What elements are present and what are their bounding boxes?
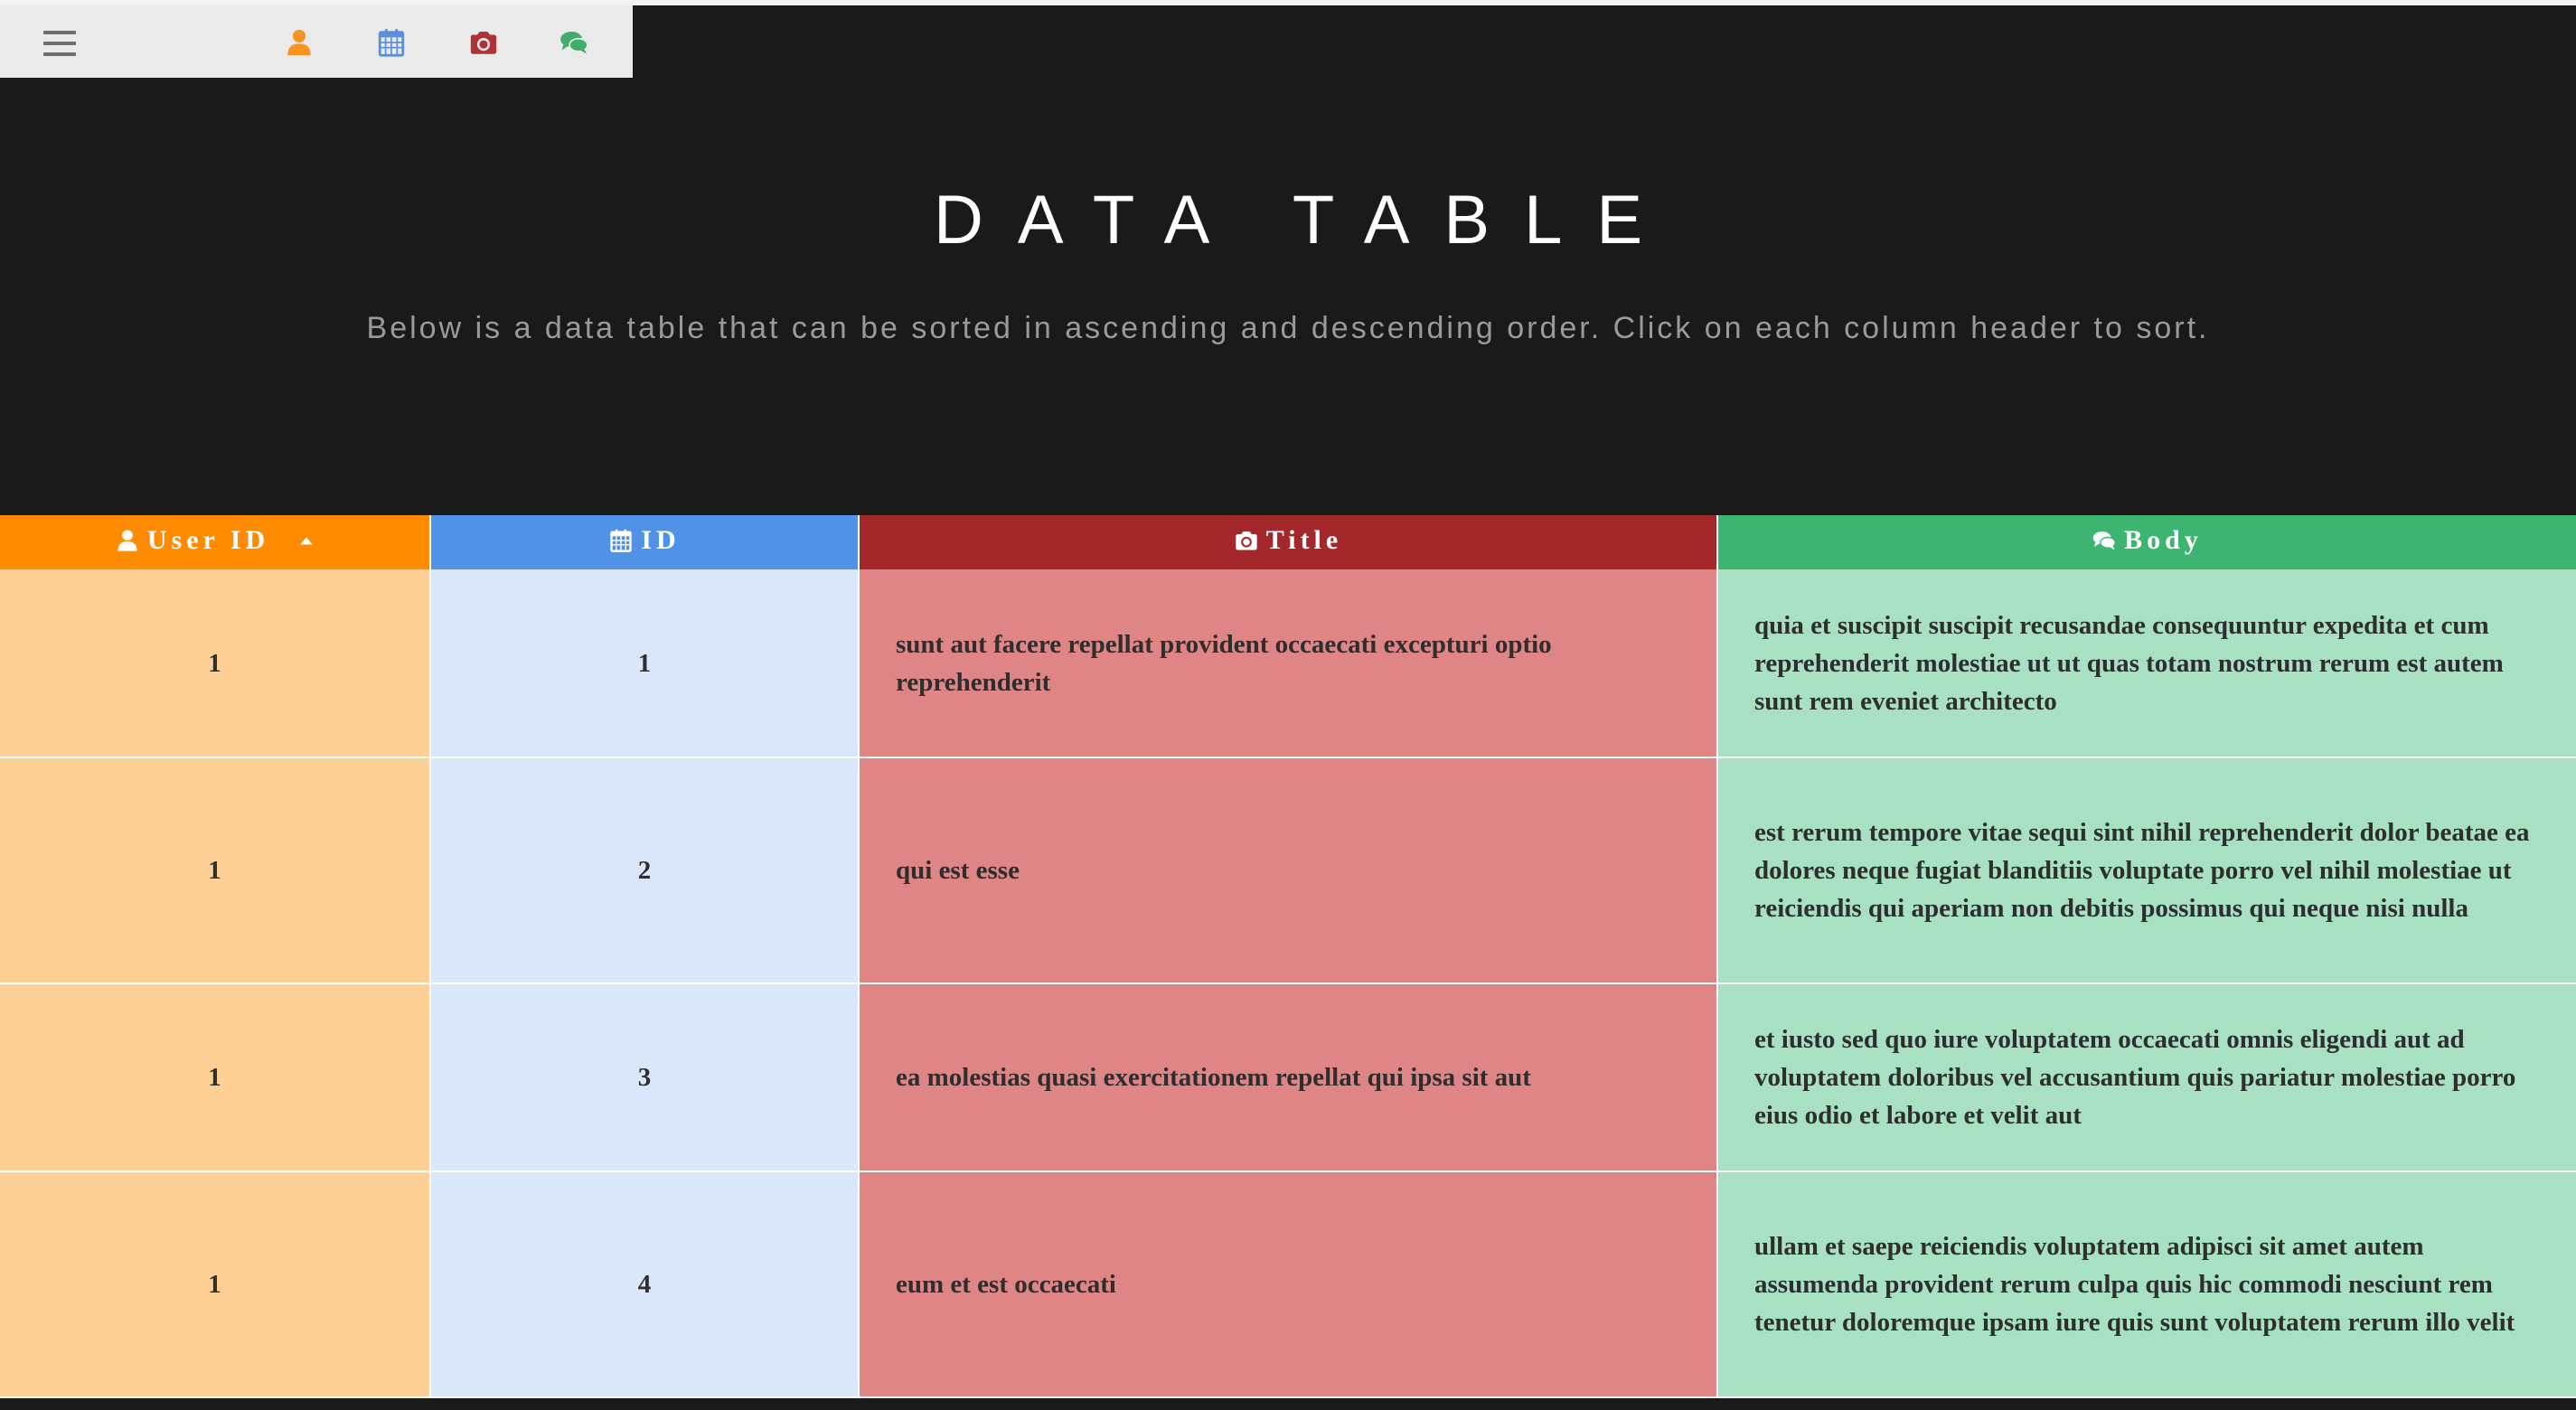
- cell-title: qui est esse: [859, 757, 1718, 984]
- cell-body: est rerum tempore vitae sequi sint nihil…: [1717, 757, 2576, 984]
- cell-user-id: 1: [0, 757, 431, 984]
- column-header-title[interactable]: Title: [859, 515, 1718, 569]
- user-icon: [115, 528, 140, 553]
- cell-body: ullam et saepe reiciendis voluptatem adi…: [1717, 1171, 2576, 1398]
- user-icon[interactable]: [284, 27, 315, 58]
- comments-icon[interactable]: [559, 27, 589, 58]
- cell-user-id: 1: [0, 569, 431, 758]
- cell-body: quia et suscipit suscipit recusandae con…: [1717, 569, 2576, 758]
- column-header-user-id[interactable]: User ID: [0, 515, 431, 569]
- cell-id: 1: [430, 569, 860, 758]
- table-row: 1 3 ea molestias quasi exercitationem re…: [0, 983, 2576, 1172]
- cell-title: eum et est occaecati: [859, 1171, 1718, 1398]
- calendar-icon[interactable]: [376, 27, 407, 58]
- table-row: 1 4 eum et est occaecati ullam et saepe …: [0, 1171, 2576, 1398]
- column-header-label: ID: [641, 524, 681, 555]
- cell-body: et iusto sed quo iure voluptatem occaeca…: [1717, 983, 2576, 1172]
- comments-icon: [2092, 528, 2117, 553]
- cell-id: 2: [430, 757, 860, 984]
- calendar-icon: [608, 528, 634, 553]
- data-table: User ID ID Title Body 1 1 sunt aut facer…: [0, 515, 2576, 1398]
- page-subtitle: Below is a data table that can be sorted…: [366, 311, 2210, 345]
- hamburger-menu-icon[interactable]: [43, 31, 76, 56]
- cell-title: ea molestias quasi exercitationem repell…: [859, 983, 1718, 1172]
- cell-user-id: 1: [0, 1171, 431, 1398]
- camera-icon[interactable]: [468, 27, 499, 58]
- cell-id: 4: [430, 1171, 860, 1398]
- column-header-body[interactable]: Body: [1717, 515, 2576, 569]
- page-title: DATA TABLE: [933, 182, 1678, 258]
- sort-ascending-icon: [277, 532, 315, 549]
- cell-user-id: 1: [0, 983, 431, 1172]
- column-header-label: Body: [2124, 524, 2203, 555]
- navbar: [0, 5, 633, 78]
- camera-icon: [1234, 528, 1259, 553]
- cell-id: 3: [430, 983, 860, 1172]
- column-header-id[interactable]: ID: [430, 515, 860, 569]
- column-header-label: User ID: [146, 524, 270, 555]
- cell-title: sunt aut facere repellat provident occae…: [859, 569, 1718, 758]
- table-row: 1 2 qui est esse est rerum tempore vitae…: [0, 757, 2576, 984]
- table-header-row: User ID ID Title Body: [0, 515, 2576, 569]
- column-header-label: Title: [1265, 524, 1343, 555]
- table-row: 1 1 sunt aut facere repellat provident o…: [0, 569, 2576, 758]
